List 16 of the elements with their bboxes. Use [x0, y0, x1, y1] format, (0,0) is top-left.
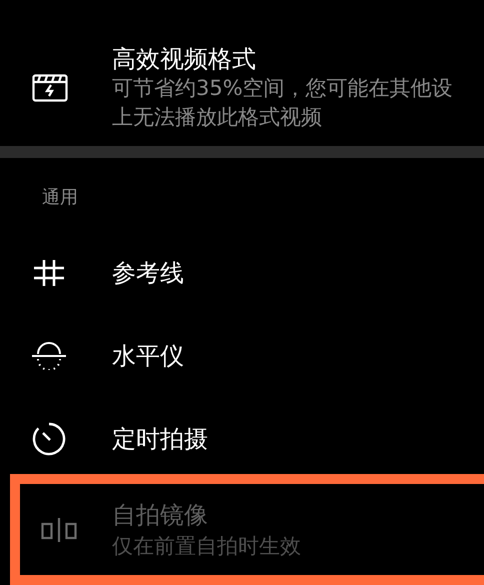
section-header: 通用	[42, 186, 78, 210]
item-title: 参考线	[112, 258, 184, 288]
item-title: 水平仪	[112, 340, 184, 372]
item-description: 仅在前置自拍时生效	[112, 532, 301, 560]
settings-item[interactable]: 水平仪	[0, 314, 484, 397]
mirror-icon	[41, 516, 77, 542]
item-title: 高效视频格式	[112, 44, 257, 74]
item-title: 自拍镜像	[112, 500, 209, 530]
item-description: 可节省约35%空间，您可能在其他设	[112, 74, 453, 102]
grid-icon	[33, 258, 65, 286]
settings-item[interactable]: 参考线	[0, 231, 484, 314]
timer-icon	[32, 422, 66, 456]
item-title: 定时拍摄	[112, 424, 208, 454]
item-description: 上无法播放此格式视频	[112, 104, 323, 131]
level-icon	[31, 342, 67, 370]
video-file-icon	[32, 74, 68, 102]
